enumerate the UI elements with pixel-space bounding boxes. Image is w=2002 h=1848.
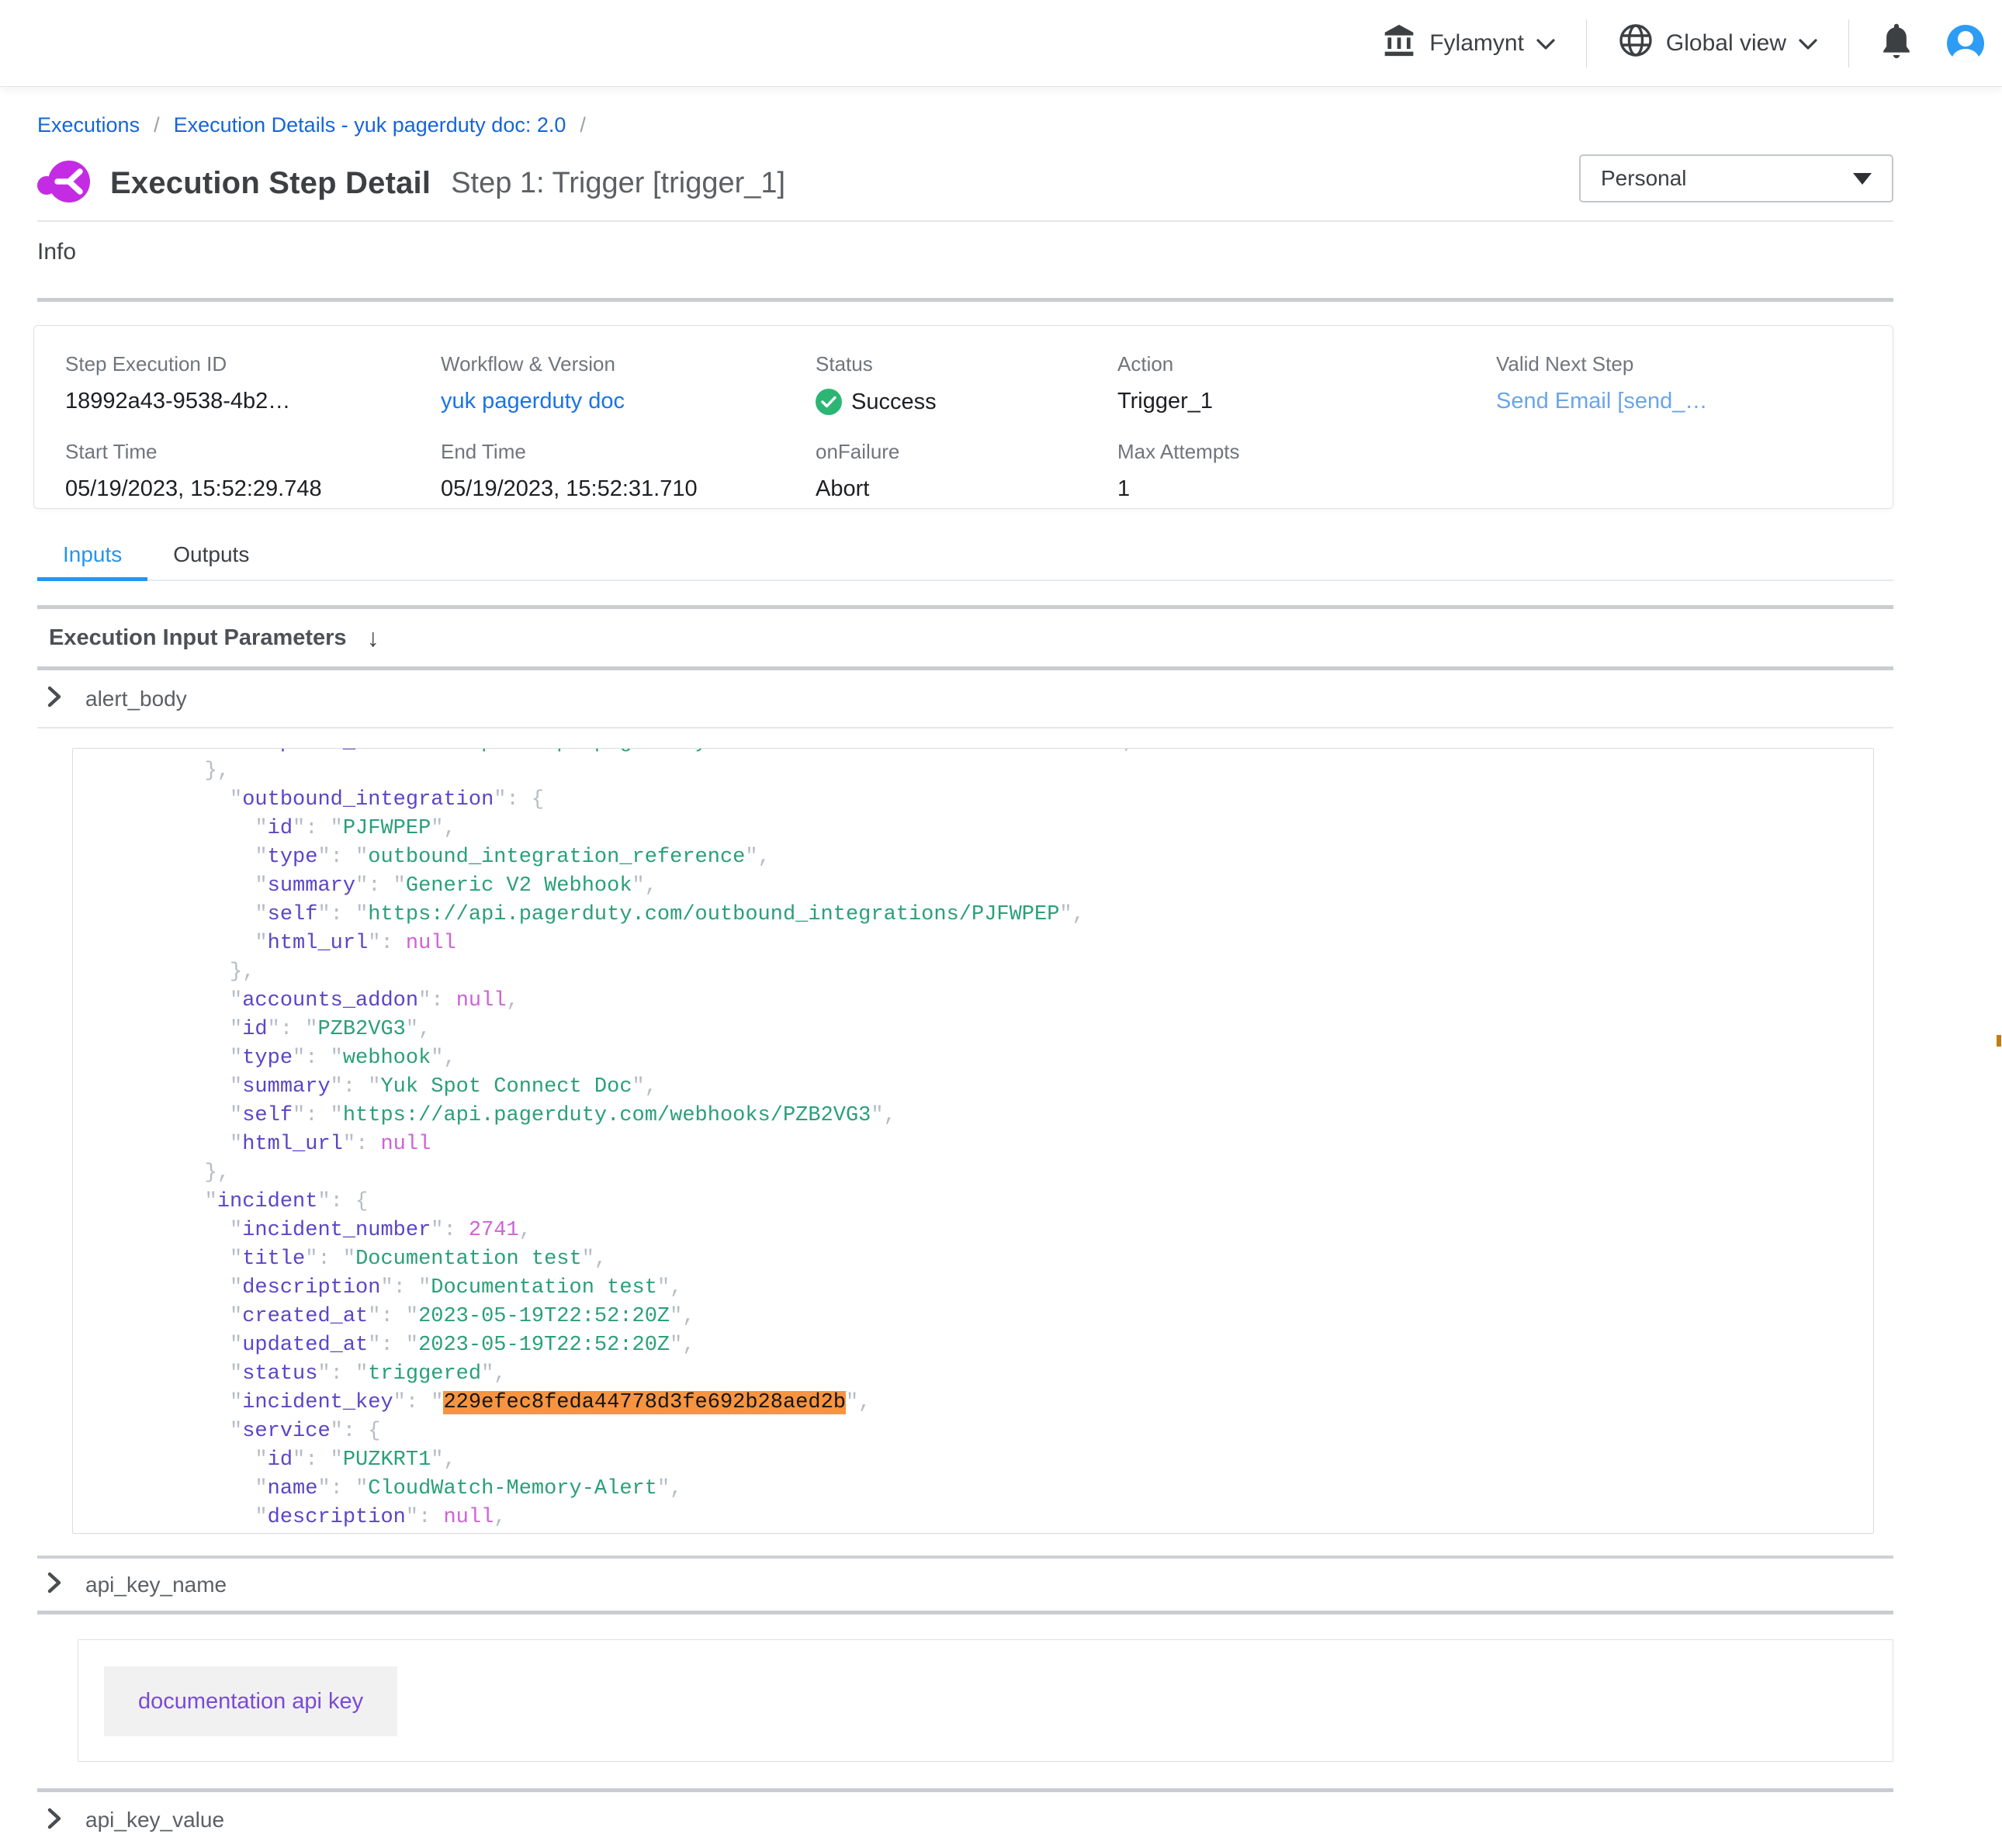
chevron-down-icon: [1536, 30, 1555, 57]
api-key-name-value: documentation api key: [104, 1666, 397, 1736]
scope-select[interactable]: Personal: [1579, 154, 1893, 202]
group-alert-body[interactable]: alert_body: [37, 670, 1893, 728]
chevron-right-icon: [47, 1808, 62, 1833]
workflow-step-icon: [37, 159, 90, 207]
page-subtitle: Step 1: Trigger [trigger_1]: [451, 167, 785, 200]
breadcrumb: Executions / Execution Details - yuk pag…: [37, 113, 1893, 137]
group-api-key-name[interactable]: api_key_name: [37, 1559, 1893, 1614]
execution-input-parameters-header: Execution Input Parameters ↓: [37, 609, 1893, 670]
api-key-name-panel: documentation api key: [78, 1639, 1893, 1762]
bank-icon: [1381, 23, 1417, 64]
group-api-key-value[interactable]: api_key_value: [37, 1792, 1893, 1848]
main-content: Executions / Execution Details - yuk pag…: [0, 113, 2002, 1848]
group-label: api_key_value: [85, 1808, 224, 1832]
chevron-right-icon: [47, 686, 62, 711]
select-caret-icon: [1853, 173, 1872, 185]
breadcrumb-separator: /: [580, 113, 586, 137]
user-avatar[interactable]: [1947, 25, 1984, 62]
org-switcher[interactable]: Fylamynt: [1381, 23, 1555, 64]
section-title: Execution Input Parameters: [49, 625, 347, 651]
tab-outputs[interactable]: Outputs: [147, 542, 275, 580]
step-info-card: Step Execution ID 18992a43-9538-4b2… Wor…: [33, 325, 1893, 509]
field-workflow-version: Workflow & Version yuk pagerduty doc: [441, 352, 816, 415]
view-switcher[interactable]: Global view: [1618, 22, 1817, 64]
topbar-divider: [1586, 19, 1587, 67]
breadcrumb-execution-details-link[interactable]: Execution Details - yuk pagerduty doc: 2…: [174, 113, 566, 137]
download-arrow-icon[interactable]: ↓: [367, 625, 379, 650]
breadcrumb-executions-link[interactable]: Executions: [37, 113, 140, 137]
divider: [37, 298, 1893, 302]
topbar-divider: [1848, 19, 1849, 67]
tab-inputs[interactable]: Inputs: [37, 542, 147, 580]
chevron-down-icon: [1799, 30, 1817, 57]
globe-icon: [1618, 22, 1654, 64]
divider: [37, 220, 1893, 222]
view-label: Global view: [1666, 30, 1786, 57]
field-status: Status Success: [816, 352, 1117, 415]
field-start-time: Start Time 05/19/2023, 15:52:29.748: [65, 440, 441, 502]
notifications-button[interactable]: [1880, 22, 1913, 64]
field-onfailure: onFailure Abort: [816, 440, 1117, 502]
title-row: Execution Step Detail Step 1: Trigger [t…: [37, 156, 1893, 210]
top-bar: Fylamynt Global view: [0, 0, 2002, 87]
field-valid-next-step: Valid Next Step Send Email [send_…: [1496, 352, 1893, 415]
field-end-time: End Time 05/19/2023, 15:52:31.710: [441, 440, 816, 502]
bell-icon: [1880, 50, 1913, 63]
scrollbar-find-marker: [1997, 1035, 2001, 1047]
field-step-execution-id: Step Execution ID 18992a43-9538-4b2…: [65, 352, 441, 415]
alert-body-json-viewer[interactable]: "endpoint_url": "https://api.pagerduty.c…: [72, 748, 1874, 1534]
page-title: Execution Step Detail: [110, 166, 431, 201]
field-max-attempts: Max Attempts 1: [1117, 440, 1496, 502]
org-label: Fylamynt: [1429, 30, 1524, 57]
field-action: Action Trigger_1: [1117, 352, 1496, 415]
io-tabs: Inputs Outputs: [37, 542, 1893, 581]
json-code: "endpoint_url": "https://api.pagerduty.c…: [73, 748, 1873, 1534]
next-step-link[interactable]: Send Email [send_…: [1496, 389, 1707, 414]
group-label: alert_body: [85, 687, 187, 711]
scope-selected-value: Personal: [1601, 166, 1687, 191]
info-heading: Info: [37, 239, 1893, 270]
workflow-link[interactable]: yuk pagerduty doc: [441, 389, 625, 414]
chevron-right-icon: [47, 1572, 62, 1597]
status-text: Success: [851, 389, 937, 415]
success-check-icon: [816, 389, 842, 415]
breadcrumb-separator: /: [154, 113, 160, 137]
group-label: api_key_name: [85, 1573, 227, 1597]
